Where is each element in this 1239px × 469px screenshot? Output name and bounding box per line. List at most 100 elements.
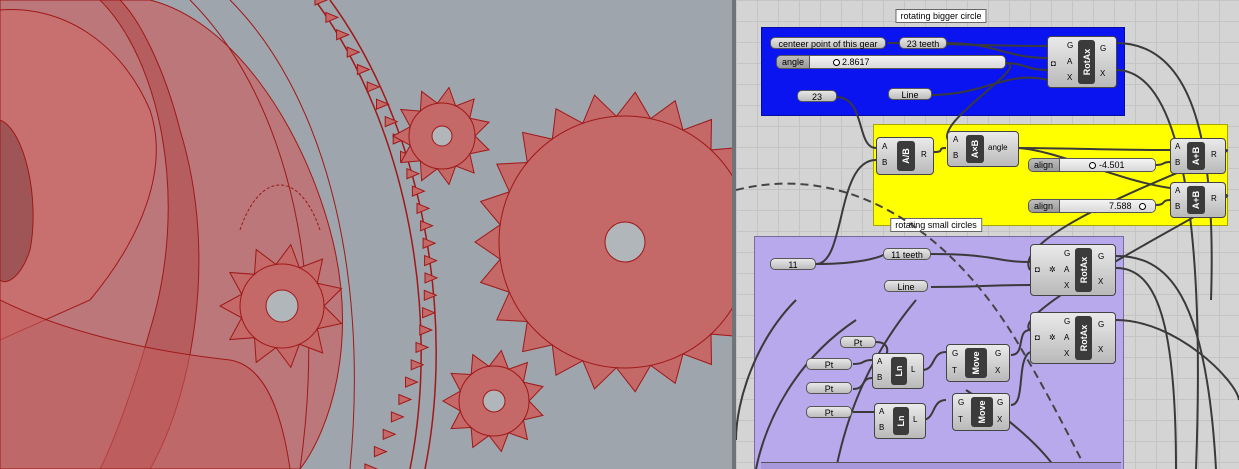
rotax1-output-x[interactable]: X: [1100, 69, 1105, 79]
slider-align-2[interactable]: align 7.588: [1028, 199, 1156, 213]
add2-input-a[interactable]: A: [1175, 186, 1180, 196]
slider-align-1-label: align: [1029, 159, 1060, 171]
ln2-output-l[interactable]: L: [913, 415, 917, 425]
ring-tooth: [398, 393, 413, 406]
ring-gear-teeth: [314, 0, 439, 469]
big-gear-hole: [604, 221, 646, 263]
rotax-component-2[interactable]: RotAx G A X G X ◘ ✲: [1030, 244, 1116, 296]
panel-11-teeth[interactable]: 11 teeth: [883, 248, 931, 260]
small-gear-bottom: [441, 349, 544, 453]
div-output-r[interactable]: R: [921, 150, 927, 160]
rotax2-output-x[interactable]: X: [1098, 277, 1103, 287]
ring-tooth: [411, 185, 426, 197]
rotax2-input-a[interactable]: A: [1064, 265, 1069, 275]
panel-pt-1[interactable]: Pt: [840, 336, 876, 348]
group-bottom-edge: [761, 462, 1121, 469]
panel-23-teeth[interactable]: 23 teeth: [899, 37, 947, 49]
division-title: A/B: [897, 141, 915, 171]
ring-tooth: [382, 428, 397, 441]
mul-input-a[interactable]: A: [953, 135, 958, 145]
ring-tooth: [419, 324, 434, 336]
rotax3-input-g[interactable]: G: [1064, 317, 1070, 327]
slider-angle-knob[interactable]: [833, 59, 840, 66]
rotax-title-3: RotAx: [1075, 316, 1092, 360]
rotax3-output-g[interactable]: G: [1098, 320, 1104, 330]
panel-pt-4[interactable]: Pt: [806, 406, 852, 418]
ring-tooth: [422, 306, 436, 319]
slider-align-1-knob[interactable]: [1089, 162, 1096, 169]
add2-output-r[interactable]: R: [1211, 194, 1217, 204]
ring-tooth: [314, 0, 329, 6]
add2-input-b[interactable]: B: [1175, 202, 1180, 212]
move2-output-g[interactable]: G: [997, 398, 1003, 408]
multiplication-component[interactable]: A×B A B angle: [947, 131, 1019, 167]
slider-angle[interactable]: angle 2.8617: [776, 55, 1006, 69]
rotax1-input-a[interactable]: A: [1067, 57, 1072, 67]
graft-icon: ◘: [1035, 333, 1040, 342]
ring-tooth: [366, 81, 381, 93]
move-component-2[interactable]: Move G T G X: [952, 393, 1010, 431]
rotax-title-2: RotAx: [1075, 248, 1092, 292]
panel-23[interactable]: 23: [797, 90, 837, 102]
div-input-b[interactable]: B: [882, 158, 887, 168]
panel-pt-2[interactable]: Pt: [806, 358, 852, 370]
rotax2-input-g[interactable]: G: [1064, 249, 1070, 259]
gear-geometry: [0, 0, 732, 469]
mul-output-angle[interactable]: angle: [988, 143, 1008, 153]
panel-line-1[interactable]: Line: [888, 88, 932, 100]
rotax-component-3[interactable]: RotAx G A X G X ◘ ✲: [1030, 312, 1116, 364]
move1-input-g[interactable]: G: [952, 349, 958, 359]
panel-11[interactable]: 11: [770, 258, 816, 270]
rotax2-input-x[interactable]: X: [1064, 281, 1069, 291]
rotax1-output-g[interactable]: G: [1100, 44, 1106, 54]
rotax3-input-a[interactable]: A: [1064, 333, 1069, 343]
ln1-input-b[interactable]: B: [877, 373, 882, 383]
line-component-1[interactable]: Ln A B L: [872, 353, 924, 389]
add1-output-r[interactable]: R: [1211, 150, 1217, 160]
move2-input-t[interactable]: T: [958, 415, 963, 425]
rhino-viewport[interactable]: [0, 0, 732, 469]
line-title-1: Ln: [891, 357, 907, 385]
ln1-input-a[interactable]: A: [877, 357, 882, 367]
mul-input-b[interactable]: B: [953, 151, 958, 161]
move1-input-t[interactable]: T: [952, 366, 957, 376]
rotax2-output-g[interactable]: G: [1098, 252, 1104, 262]
rotax1-input-x[interactable]: X: [1067, 73, 1072, 83]
ln2-input-b[interactable]: B: [879, 423, 884, 433]
panel-line-2[interactable]: Line: [884, 280, 928, 292]
move2-output-x[interactable]: X: [997, 415, 1002, 425]
rotax1-input-g[interactable]: G: [1067, 41, 1073, 51]
slider-align-2-knob[interactable]: [1139, 203, 1146, 210]
slider-align-1[interactable]: align -4.501: [1028, 158, 1156, 172]
rotax3-input-x[interactable]: X: [1064, 349, 1069, 359]
ring-tooth: [336, 28, 350, 41]
big-gear: [474, 91, 732, 393]
ring-tooth: [346, 46, 361, 58]
grasshopper-canvas[interactable]: rotating bigger circle rotating small ci…: [736, 0, 1239, 469]
line-component-2[interactable]: Ln A B L: [874, 403, 926, 439]
add1-input-a[interactable]: A: [1175, 142, 1180, 152]
ln1-output-l[interactable]: L: [911, 365, 915, 375]
div-input-a[interactable]: A: [882, 142, 887, 152]
big-gear-outline: [474, 91, 732, 393]
add1-input-b[interactable]: B: [1175, 158, 1180, 168]
move1-output-x[interactable]: X: [995, 366, 1000, 376]
rotax3-output-x[interactable]: X: [1098, 345, 1103, 355]
move-component-1[interactable]: Move G T G X: [946, 344, 1010, 382]
graft-icon: ◘: [1051, 59, 1056, 68]
ring-tooth: [420, 220, 434, 232]
slider-align-1-value: -4.501: [1099, 160, 1125, 170]
ln2-input-a[interactable]: A: [879, 407, 884, 417]
addition-component-2[interactable]: A+B A B R: [1170, 182, 1226, 218]
panel-center-point[interactable]: centeer point of this gear: [770, 37, 886, 49]
addition-component-1[interactable]: A+B A B R: [1170, 138, 1226, 174]
move-title-1: Move: [965, 348, 987, 378]
panel-pt-3[interactable]: Pt: [806, 382, 852, 394]
division-component[interactable]: A/B A B R: [876, 137, 934, 175]
ring-tooth: [416, 202, 431, 215]
rotax-component-1[interactable]: RotAx G A X G X ◘: [1047, 36, 1117, 88]
move2-input-g[interactable]: G: [958, 398, 964, 408]
move1-output-g[interactable]: G: [995, 349, 1001, 359]
slider-angle-value: 2.8617: [842, 57, 870, 67]
multiplication-title: A×B: [966, 135, 984, 163]
